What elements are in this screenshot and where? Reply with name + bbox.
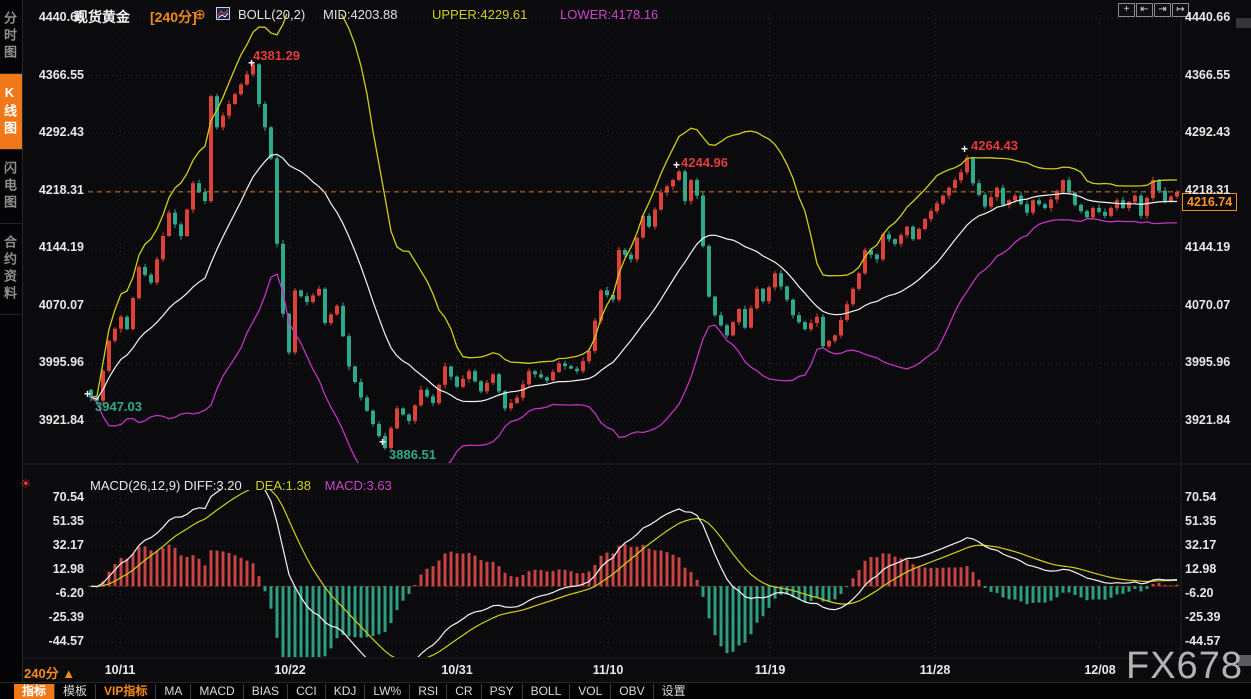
macd-axis-label-left: -25.39 — [28, 610, 84, 624]
price-axis-label-right: 4144.19 — [1185, 240, 1241, 254]
sidebar-tab-2[interactable]: K线图 — [0, 74, 22, 150]
macd-axis-label-left: 32.17 — [28, 538, 84, 552]
date-axis-label: 10/11 — [105, 663, 136, 677]
boll-upper-value: UPPER:4229.61 — [432, 7, 527, 22]
toolbar-item-PSY[interactable]: PSY — [481, 684, 522, 699]
macd-axis-label-right: 12.98 — [1185, 562, 1241, 576]
sidebar-tab-3[interactable]: 闪电图 — [0, 150, 22, 224]
macd-axis-label-right: 70.54 — [1185, 490, 1241, 504]
extreme-marker-icon: + — [673, 160, 680, 170]
macd-axis-label-left: 51.35 — [28, 514, 84, 528]
date-axis-label: 12/08 — [1084, 663, 1115, 677]
toolbar-item-LW%[interactable]: LW% — [364, 684, 409, 699]
price-axis-label-left: 4218.31 — [28, 183, 84, 197]
period-label: [240分] — [150, 7, 197, 27]
pan-icon[interactable]: + — [1118, 3, 1135, 17]
boll-mid-value: MID:4203.88 — [323, 7, 397, 22]
boll-params-label: BOLL(20,2) — [238, 7, 305, 22]
shift-left-icon[interactable]: ⇤ — [1136, 3, 1153, 17]
extreme-marker-icon: + — [84, 389, 91, 399]
macd-axis-label-right: -6.20 — [1185, 586, 1241, 600]
price-annotation: 4381.29 — [253, 48, 300, 63]
period-footer[interactable]: 240分 ▲ — [24, 663, 75, 682]
price-annotation: 3947.03 — [95, 399, 142, 414]
extreme-marker-icon: + — [248, 58, 255, 68]
price-axis-label-left: 4366.55 — [28, 68, 84, 82]
crosshair-icon[interactable]: ⊕ — [194, 6, 206, 23]
boll-lower-value: LOWER:4178.16 — [560, 7, 658, 22]
toolbar-item-VOL[interactable]: VOL — [569, 684, 610, 699]
date-axis-label: 10/22 — [274, 663, 305, 677]
toolbar-item-KDJ[interactable]: KDJ — [325, 684, 365, 699]
toolbar-item-指标[interactable]: 指标 — [14, 684, 54, 699]
toolbar-item-VIP指标[interactable]: VIP指标 — [95, 684, 155, 699]
price-axis-label-right: 3995.96 — [1185, 355, 1241, 369]
toolbar-item-模板[interactable]: 模板 — [54, 684, 95, 699]
shift-right-icon[interactable]: ⇥ — [1154, 3, 1171, 17]
trading-app: 分时图K线图闪电图合约资料 ☀ 现货黄金 [240分] ⊕ BOLL(20,2)… — [0, 0, 1251, 699]
macd-axis-label-left: -6.20 — [28, 586, 84, 600]
extreme-marker-icon: + — [961, 144, 968, 154]
price-chart-canvas[interactable] — [0, 0, 1251, 699]
toolbar-item-CR[interactable]: CR — [446, 684, 480, 699]
price-annotation: 4244.96 — [681, 155, 728, 170]
toolbar-item-MACD[interactable]: MACD — [190, 684, 242, 699]
macd-axis-label-right: 32.17 — [1185, 538, 1241, 552]
toolbar-item-OBV[interactable]: OBV — [610, 684, 652, 699]
macd-diff-value: MACD(26,12,9) DIFF:3.20 — [90, 478, 242, 493]
price-annotation: 4264.43 — [971, 138, 1018, 153]
date-axis-label: 11/28 — [920, 663, 951, 677]
price-axis-label-left: 4440.66 — [28, 10, 84, 24]
macd-axis-label-left: 70.54 — [28, 490, 84, 504]
date-axis-label: 10/31 — [441, 663, 472, 677]
indicator-toolbar: 指标模板VIP指标MAMACDBIASCCIKDJLW%RSICRPSYBOLL… — [0, 682, 1251, 699]
sidebar-tab-1[interactable]: 分时图 — [0, 0, 22, 74]
price-axis-label-right: 4440.66 — [1185, 10, 1241, 24]
sidebar-tab-4[interactable]: 合约资料 — [0, 224, 22, 315]
toolbar-item-BIAS[interactable]: BIAS — [243, 684, 287, 699]
price-axis-label-right: 4218.31 — [1185, 183, 1241, 197]
macd-header: MACD(26,12,9) DIFF:3.20 DEA:1.38 MACD:3.… — [90, 478, 392, 493]
date-axis-label: 11/19 — [755, 663, 786, 677]
macd-dea-value: DEA:1.38 — [255, 478, 311, 493]
price-axis-label-left: 4292.43 — [28, 125, 84, 139]
macd-axis-label-right: 51.35 — [1185, 514, 1241, 528]
toolbar-item-设置[interactable]: 设置 — [653, 684, 694, 699]
price-axis-label-right: 4070.07 — [1185, 298, 1241, 312]
macd-macd-value: MACD:3.63 — [325, 478, 392, 493]
chart-type-icon[interactable] — [216, 7, 230, 20]
extreme-marker-icon: + — [379, 437, 386, 447]
toolbar-item-CCI[interactable]: CCI — [287, 684, 325, 699]
macd-axis-label-left: -44.57 — [28, 634, 84, 648]
sidebar: 分时图K线图闪电图合约资料 — [0, 0, 23, 682]
toolbar-item-BOLL[interactable]: BOLL — [522, 684, 570, 699]
price-axis-label-right: 4366.55 — [1185, 68, 1241, 82]
price-axis-label-left: 4070.07 — [28, 298, 84, 312]
price-axis-label-right: 3921.84 — [1185, 413, 1241, 427]
price-axis-label-left: 3921.84 — [28, 413, 84, 427]
toolbar-item-RSI[interactable]: RSI — [409, 684, 446, 699]
price-axis-label-left: 3995.96 — [28, 355, 84, 369]
toolbar-item-MA[interactable]: MA — [155, 684, 190, 699]
macd-axis-label-right: -44.57 — [1185, 634, 1241, 648]
price-axis-label-left: 4144.19 — [28, 240, 84, 254]
macd-axis-label-left: 12.98 — [28, 562, 84, 576]
macd-axis-label-right: -25.39 — [1185, 610, 1241, 624]
date-axis-label: 11/10 — [593, 663, 624, 677]
price-axis-label-right: 4292.43 — [1185, 125, 1241, 139]
price-annotation: 3886.51 — [389, 447, 436, 462]
